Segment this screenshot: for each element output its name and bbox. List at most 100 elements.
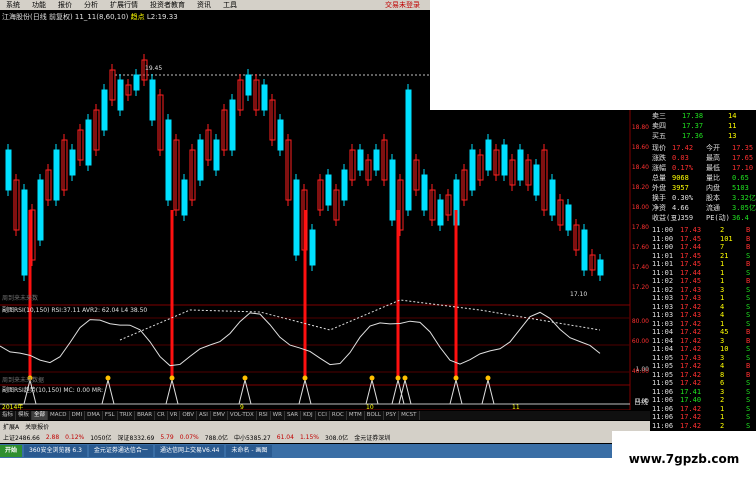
tab-全部[interactable]: 全部 <box>32 411 49 420</box>
stat-value: 3.32亿 <box>732 194 756 202</box>
tab-emv[interactable]: EMV <box>211 411 228 420</box>
ask-volume: 11 <box>728 122 737 130</box>
tab-vr[interactable]: VR <box>168 411 181 420</box>
tab-asi[interactable]: ASI <box>197 411 211 420</box>
tab-boll[interactable]: BOLL <box>365 411 384 420</box>
signal-title: 副图RSI趋势(10,150) MC: 0.00 MR: <box>2 386 103 394</box>
tab-related-quote[interactable]: 关联报价 <box>22 422 52 431</box>
panel2-note: 周到来未来数据 <box>2 376 44 384</box>
candle <box>181 179 188 216</box>
tab-fsl[interactable]: FSL <box>103 411 118 420</box>
signal-peak <box>165 379 179 405</box>
stat-row: 涨跌 0.03 最高 17.65 <box>650 154 756 163</box>
tab-kdj[interactable]: KDJ <box>301 411 316 420</box>
date-label: 2014年 <box>2 403 23 410</box>
candle <box>293 179 300 256</box>
candle <box>149 79 156 121</box>
tick-row: 11:06 17.42 2 S <box>650 422 756 431</box>
status-item: 788.0亿 <box>204 434 228 442</box>
candle <box>245 74 252 96</box>
ask-row: 卖三 17.38 14 <box>650 112 756 121</box>
price-tick: 18.00 <box>631 204 649 211</box>
price-tick: 17.60 <box>631 244 649 251</box>
candle <box>5 149 12 191</box>
tab-dma[interactable]: DMA <box>85 411 103 420</box>
candle <box>325 174 332 206</box>
candle <box>421 174 428 211</box>
tab-rsi[interactable]: RSI <box>257 411 271 420</box>
ask-price: 17.36 <box>682 132 704 140</box>
rsi-tick: 60.00 <box>631 338 649 345</box>
stat-row: 总量 9068 量比 0.65 <box>650 174 756 183</box>
tab-mtm[interactable]: MTM <box>347 411 365 420</box>
stat-value: 17.42 <box>672 144 694 152</box>
tab-cr[interactable]: CR <box>155 411 168 420</box>
candle <box>165 119 172 201</box>
tab-brar[interactable]: BRAR <box>135 411 156 420</box>
stat-label: 股本 <box>706 194 720 202</box>
status-item: 61.04 <box>276 433 294 441</box>
price-tick: 18.60 <box>631 144 649 151</box>
tab-sar[interactable]: SAR <box>285 411 302 420</box>
candle <box>85 119 92 166</box>
tab-obv[interactable]: OBV <box>180 411 198 420</box>
candle <box>53 149 60 201</box>
status-item: 中小5385.27 <box>233 434 271 442</box>
price-tick: 17.40 <box>631 264 649 271</box>
price-axis: 18.80 18.60 18.40 18.20 18.00 17.80 17.6… <box>630 110 650 410</box>
kline-chart[interactable]: 19.45 17.10 周到来未来数副图RSI(10,150) RSI:37.11 … <box>0 0 650 410</box>
status-item: 2.88 <box>45 433 60 441</box>
tab-dmi[interactable]: DMI <box>70 411 86 420</box>
signal-dot <box>453 375 459 381</box>
stat-value: 0.359 <box>672 214 694 222</box>
stat-label: PE(动) <box>706 214 730 222</box>
candle <box>101 89 108 131</box>
tab-wr[interactable]: WR <box>271 411 285 420</box>
tab-psy[interactable]: PSY <box>384 411 400 420</box>
stat-row: 外盘 3957 内盘 5103 <box>650 184 756 193</box>
taskbar-item-trade[interactable]: 通达信网上交易V6.44 <box>154 445 225 457</box>
stat-label: 净资 <box>652 204 666 212</box>
taskbar-item-tdx[interactable]: 金元证券通达信合一 <box>88 445 153 457</box>
watermark: www.7gpzb.com <box>612 431 756 487</box>
tab-模板[interactable]: 模板 <box>16 411 33 420</box>
start-button[interactable]: 开始 <box>0 445 23 457</box>
signal-dot <box>402 375 408 381</box>
date-label: 11 <box>512 404 520 410</box>
candle <box>485 139 492 171</box>
stat-value: 9068 <box>672 174 689 182</box>
tab-macd[interactable]: MACD <box>48 411 70 420</box>
stat-row: 收益(三) 0.359 PE(动) 36.4 <box>650 214 756 223</box>
stat-label: 涨跌 <box>652 154 666 162</box>
stat-value: 0.65 <box>732 174 749 182</box>
tab-trix[interactable]: TRIX <box>118 411 136 420</box>
signal-dot <box>169 375 175 381</box>
tab-mcst[interactable]: MCST <box>399 411 420 420</box>
tab-vol-tdx[interactable]: VOL-TDX <box>228 411 257 420</box>
candle <box>117 79 124 111</box>
taskbar-item-paint[interactable]: 未命名 - 画图 <box>226 445 273 457</box>
tab-extend-a[interactable]: 扩展A <box>0 422 22 431</box>
stat-label: 最低 <box>706 164 720 172</box>
signal-dot <box>369 375 375 381</box>
candle <box>69 149 76 176</box>
stat-value: 3957 <box>672 184 689 192</box>
candle <box>501 144 508 176</box>
signal-peak <box>365 379 379 405</box>
taskbar-item-browser[interactable]: 360安全浏览器 6.3 <box>24 445 87 457</box>
tab-roc[interactable]: ROC <box>330 411 347 420</box>
stat-value: 17.65 <box>732 154 754 162</box>
price-tick: 18.80 <box>631 124 649 131</box>
ask-label: 卖四 <box>652 122 666 130</box>
rsi-tick: 80.00 <box>631 318 649 325</box>
stat-value: 5103 <box>732 184 749 192</box>
low-label: 17.10 <box>570 291 587 298</box>
tab-指标[interactable]: 指标 <box>0 411 17 420</box>
ask-volume: 13 <box>728 132 737 140</box>
candle <box>517 149 524 181</box>
status-item: 深证8332.69 <box>117 434 155 442</box>
status-item: 0.12% <box>65 433 85 441</box>
tab-cci[interactable]: CCI <box>316 411 330 420</box>
panel1-note: 周到来未来数 <box>2 294 38 302</box>
stat-label: 总量 <box>652 174 666 182</box>
